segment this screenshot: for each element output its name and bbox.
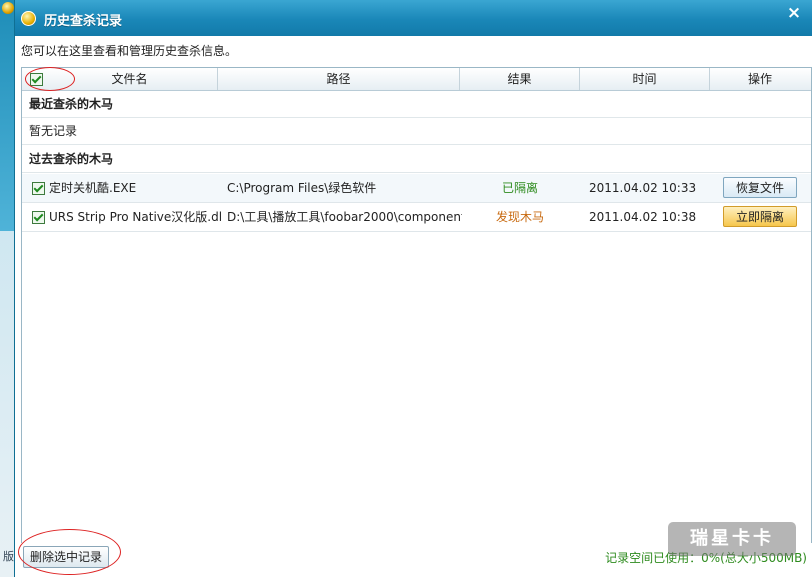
row-filename: 定时关机酷.EXE: [49, 181, 137, 195]
close-icon[interactable]: ×: [783, 3, 805, 23]
table-row[interactable]: 定时关机酷.EXE C:\Program Files\绿色软件 已隔离 2011…: [22, 174, 811, 203]
empty-record-text: 暂无记录: [22, 118, 811, 145]
row-result: 发现木马: [496, 210, 545, 224]
annotation-oval: [25, 67, 75, 91]
section-past-header: 过去查杀的木马: [22, 146, 811, 173]
history-table: 文件名 路径 结果 时间 操作 最近查杀的木马 暂无记录 过去查杀的木马 定时关…: [21, 67, 812, 544]
isolate-now-button[interactable]: 立即隔离: [723, 206, 797, 227]
dialog-title: 历史查杀记录: [44, 14, 123, 29]
restore-file-button[interactable]: 恢复文件: [723, 177, 797, 198]
column-result[interactable]: 结果: [460, 68, 580, 90]
table-header: 文件名 路径 结果 时间 操作: [22, 67, 811, 91]
row-path: D:\工具\播放工具\foobar2000\component...: [227, 210, 462, 224]
row-time: 2011.04.02 10:33: [589, 181, 697, 195]
history-dialog: 历史查杀记录 × 您可以在这里查看和管理历史查杀信息。 文件名 路径 结果 时间…: [14, 0, 812, 577]
background-app-logo-icon: [2, 2, 14, 14]
rising-logo-icon: [21, 11, 36, 26]
row-filename: URS Strip Pro Native汉化版.dll: [49, 210, 221, 224]
watermark-logo: 瑞星卡卡: [668, 522, 796, 556]
column-action: 操作: [747, 72, 772, 86]
column-path[interactable]: 路径: [218, 68, 460, 90]
table-row[interactable]: URS Strip Pro Native汉化版.dll D:\工具\播放工具\f…: [22, 203, 811, 232]
row-checkbox-icon[interactable]: [32, 211, 45, 224]
column-filename-label: 文件名: [111, 72, 148, 86]
row-time: 2011.04.02 10:38: [589, 210, 697, 224]
row-result: 已隔离: [502, 181, 539, 195]
row-checkbox-icon[interactable]: [32, 182, 45, 195]
annotation-oval: [18, 529, 121, 575]
title-bar[interactable]: 历史查杀记录 ×: [15, 0, 812, 36]
dialog-description: 您可以在这里查看和管理历史查杀信息。: [21, 44, 238, 58]
column-time[interactable]: 时间: [580, 68, 710, 90]
row-path: C:\Program Files\绿色软件: [227, 181, 377, 195]
section-recent-header: 最近查杀的木马: [22, 91, 811, 118]
